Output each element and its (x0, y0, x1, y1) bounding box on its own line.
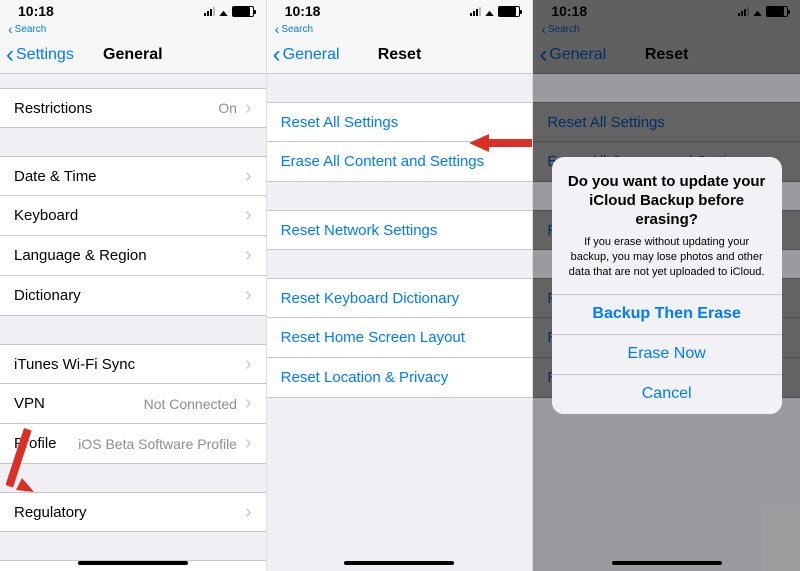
row-label: Keyboard (14, 207, 245, 224)
row-reset-network[interactable]: Reset Network Settings (267, 210, 533, 250)
chevron-left-icon: ‹ (273, 45, 281, 65)
row-date-time[interactable]: Date & Time › (0, 156, 266, 196)
reset-list: Reset All Settings Erase All Content and… (267, 74, 533, 398)
erase-now-button[interactable]: Erase Now (552, 334, 782, 374)
screen-general: 10:18 ‹ Search ‹ Settings General Restri… (0, 0, 267, 571)
chevron-right-icon: › (245, 97, 252, 120)
row-vpn[interactable]: VPN Not Connected › (0, 384, 266, 424)
status-icons (204, 3, 254, 19)
signal-icon (470, 6, 481, 16)
back-to-search[interactable]: ‹ Search (0, 22, 266, 36)
dialog-title: Do you want to update your iCloud Backup… (566, 173, 768, 229)
dialog-message: If you erase without updating your backu… (566, 235, 768, 280)
nav-bar: ‹ General Reset (267, 36, 533, 74)
row-label: Reset All Settings (281, 114, 519, 131)
backup-then-erase-button[interactable]: Backup Then Erase (552, 294, 782, 334)
row-detail: iOS Beta Software Profile (78, 436, 237, 452)
row-reset-keyboard-dict[interactable]: Reset Keyboard Dictionary (267, 278, 533, 318)
row-label: Date & Time (14, 168, 245, 185)
nav-bar: ‹ Settings General (0, 36, 266, 74)
chevron-left-icon: ‹ (6, 45, 14, 65)
chevron-left-icon: ‹ (275, 24, 280, 34)
status-bar: 10:18 (267, 0, 533, 22)
settings-list: Restrictions On › Date & Time › Keyboard… (0, 74, 266, 571)
row-detail: On (218, 100, 237, 116)
chevron-right-icon: › (245, 353, 252, 376)
row-language-region[interactable]: Language & Region › (0, 236, 266, 276)
row-label: Reset Home Screen Layout (281, 329, 519, 346)
row-reset-all-settings[interactable]: Reset All Settings (267, 102, 533, 142)
row-label: Reset Keyboard Dictionary (281, 290, 519, 307)
row-restrictions[interactable]: Restrictions On › (0, 88, 266, 128)
nav-back-button[interactable]: ‹ General (273, 45, 340, 65)
chevron-left-icon: ‹ (539, 45, 547, 65)
chevron-right-icon: › (245, 165, 252, 188)
status-icons (470, 3, 520, 19)
screen-reset-dialog: 10:18 ‹ Search ‹ General Reset (533, 0, 800, 571)
status-time: 10:18 (551, 3, 587, 19)
screen-reset: 10:18 ‹ Search ‹ General Reset Reset All… (267, 0, 534, 571)
row-label: Profile (14, 435, 78, 452)
battery-icon (766, 6, 788, 17)
chevron-right-icon: › (245, 204, 252, 227)
row-label: iTunes Wi-Fi Sync (14, 356, 245, 373)
status-bar: 10:18 (533, 0, 800, 22)
icloud-backup-dialog: Do you want to update your iCloud Backup… (552, 157, 782, 414)
row-reset-home-screen[interactable]: Reset Home Screen Layout (267, 318, 533, 358)
chevron-right-icon: › (245, 432, 252, 455)
wifi-icon (753, 3, 762, 19)
status-icons (738, 3, 788, 19)
row-keyboard[interactable]: Keyboard › (0, 196, 266, 236)
chevron-right-icon: › (245, 284, 252, 307)
chevron-right-icon: › (245, 244, 252, 267)
home-indicator[interactable] (78, 561, 188, 565)
chevron-right-icon: › (245, 501, 252, 524)
nav-bar: ‹ General Reset (533, 36, 800, 74)
nav-title: Reset (378, 46, 422, 64)
wifi-icon (219, 3, 228, 19)
row-reset-location-privacy[interactable]: Reset Location & Privacy (267, 358, 533, 398)
row-label: Erase All Content and Settings (281, 153, 519, 170)
nav-back-label: Settings (16, 46, 74, 64)
cancel-button[interactable]: Cancel (552, 374, 782, 414)
home-indicator[interactable] (612, 561, 722, 565)
signal-icon (204, 6, 215, 16)
chevron-left-icon: ‹ (541, 24, 546, 34)
row-detail: Not Connected (144, 396, 237, 412)
battery-icon (232, 6, 254, 17)
status-time: 10:18 (18, 3, 54, 19)
back-search-label: Search (548, 24, 580, 35)
row-itunes-wifi-sync[interactable]: iTunes Wi-Fi Sync › (0, 344, 266, 384)
nav-title: General (103, 46, 163, 64)
row-profile[interactable]: Profile iOS Beta Software Profile › (0, 424, 266, 464)
nav-back-label: General (283, 46, 340, 64)
row-regulatory[interactable]: Regulatory › (0, 492, 266, 532)
row-label: Regulatory (14, 504, 245, 521)
status-time: 10:18 (285, 3, 321, 19)
chevron-left-icon: ‹ (8, 24, 13, 34)
row-dictionary[interactable]: Dictionary › (0, 276, 266, 316)
wifi-icon (485, 3, 494, 19)
back-search-label: Search (15, 24, 47, 35)
signal-icon (738, 6, 749, 16)
back-search-label: Search (281, 24, 313, 35)
nav-back-button[interactable]: ‹ Settings (6, 45, 74, 65)
nav-back-button: ‹ General (539, 45, 606, 65)
status-bar: 10:18 (0, 0, 266, 22)
row-label: Dictionary (14, 287, 245, 304)
back-to-search[interactable]: ‹ Search (267, 22, 533, 36)
row-label: Reset Network Settings (281, 222, 519, 239)
row-erase-all-content[interactable]: Erase All Content and Settings (267, 142, 533, 182)
row-label: VPN (14, 395, 144, 412)
row-label: Restrictions (14, 100, 218, 117)
nav-back-label: General (549, 46, 606, 64)
row-reset-all-settings: Reset All Settings (533, 102, 800, 142)
back-to-search: ‹ Search (533, 22, 800, 36)
home-indicator[interactable] (344, 561, 454, 565)
row-label: Reset Location & Privacy (281, 369, 519, 386)
nav-title: Reset (645, 46, 689, 64)
battery-icon (498, 6, 520, 17)
chevron-right-icon: › (245, 392, 252, 415)
row-label: Language & Region (14, 247, 245, 264)
